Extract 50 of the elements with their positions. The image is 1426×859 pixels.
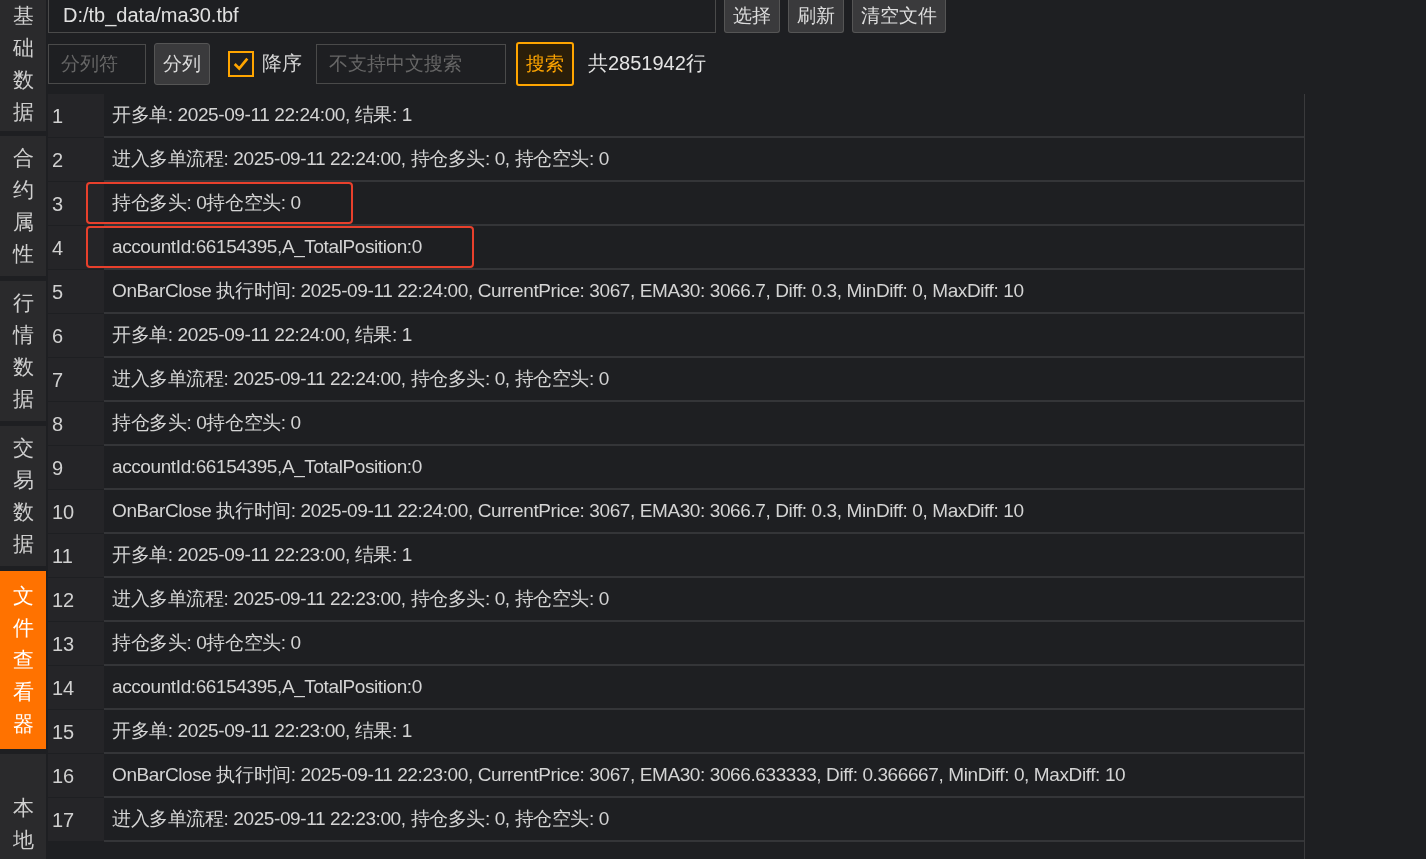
- log-line: 开多单: 2025-09-11 22:24:00, 结果: 1: [112, 323, 412, 348]
- checkbox[interactable]: [228, 50, 254, 77]
- log-line: accountId:66154395,A_TotalPosition:0: [112, 235, 422, 260]
- sidebar-tab[interactable]: 行情数据: [0, 281, 46, 421]
- row-number: 6: [48, 314, 104, 359]
- search-field[interactable]: 不支持中文搜索: [316, 43, 506, 84]
- log-line: accountId:66154395,A_TotalPosition:0: [112, 455, 422, 480]
- log-line: 开多单: 2025-09-11 22:24:00, 结果: 1: [112, 103, 412, 128]
- row-number: 12: [48, 578, 104, 623]
- row-number: 5: [48, 270, 104, 315]
- toolbar-button[interactable]: 清空文件: [852, 0, 946, 34]
- log-line: OnBarClose 执行时间: 2025-09-11 22:24:00, CurrentPrice: 3067, EMA30: 3066.7, Diff: 0.3, MinDiff: 0, MaxDiff: 10: [112, 499, 1024, 524]
- log-line: 持仓多头: 0持仓空头: 0: [112, 191, 301, 216]
- sidebar-tab[interactable]: 交易数据: [0, 426, 46, 566]
- separator-field[interactable]: 分列符: [48, 43, 146, 84]
- row-number: 13: [48, 622, 104, 667]
- row-count: 共2851942行: [588, 51, 706, 77]
- checkbox-label: 降序: [262, 51, 302, 77]
- log-line: OnBarClose 执行时间: 2025-09-11 22:23:00, CurrentPrice: 3067, EMA30: 3066.633333, Diff: 0.366667, MinDiff: 0, MaxDiff: 10: [112, 763, 1126, 788]
- log-line: 开多单: 2025-09-11 22:23:00, 结果: 1: [112, 719, 412, 744]
- row-number: 1: [48, 94, 104, 139]
- row-number: 14: [48, 666, 104, 711]
- log-line: 开多单: 2025-09-11 22:23:00, 结果: 1: [112, 543, 412, 568]
- log-line: accountId:66154395,A_TotalPosition:0: [112, 675, 422, 700]
- row-number: 17: [48, 798, 104, 843]
- file-path-field[interactable]: D:/tb_data/ma30.tbf: [48, 0, 716, 34]
- split-button[interactable]: 分列: [154, 42, 210, 85]
- log-line: OnBarClose 执行时间: 2025-09-11 22:24:00, CurrentPrice: 3067, EMA30: 3066.7, Diff: 0.3, MinDiff: 0, MaxDiff: 10: [112, 279, 1024, 304]
- toolbar-button[interactable]: 刷新: [788, 0, 844, 34]
- row-number: 9: [48, 446, 104, 491]
- log-line: 持仓多头: 0持仓空头: 0: [112, 411, 301, 436]
- sidebar-tab[interactable]: 合约属性: [0, 136, 46, 276]
- row-number: 2: [48, 138, 104, 183]
- search-button[interactable]: 搜索: [516, 41, 574, 86]
- row-number: 10: [48, 490, 104, 535]
- log-line: 进入多单流程: 2025-09-11 22:24:00, 持仓多头: 0, 持仓空头: 0: [112, 147, 609, 172]
- row-number: 11: [48, 534, 104, 579]
- sidebar-tab[interactable]: 基础数据: [0, 0, 46, 131]
- row-number: 8: [48, 402, 104, 447]
- sidebar-tab[interactable]: 本地: [0, 754, 46, 859]
- row-number: 16: [48, 754, 104, 799]
- log-line: 进入多单流程: 2025-09-11 22:23:00, 持仓多头: 0, 持仓空头: 0: [112, 587, 609, 612]
- row-number: 3: [48, 182, 104, 227]
- log-line: 持仓多头: 0持仓空头: 0: [112, 631, 301, 656]
- log-line: 进入多单流程: 2025-09-11 22:23:00, 持仓多头: 0, 持仓空头: 0: [112, 807, 609, 832]
- row-number: 7: [48, 358, 104, 403]
- row-number: 15: [48, 710, 104, 755]
- toolbar-button[interactable]: 选择: [724, 0, 780, 34]
- row-number: 4: [48, 226, 104, 271]
- log-line: 进入多单流程: 2025-09-11 22:24:00, 持仓多头: 0, 持仓空头: 0: [112, 367, 609, 392]
